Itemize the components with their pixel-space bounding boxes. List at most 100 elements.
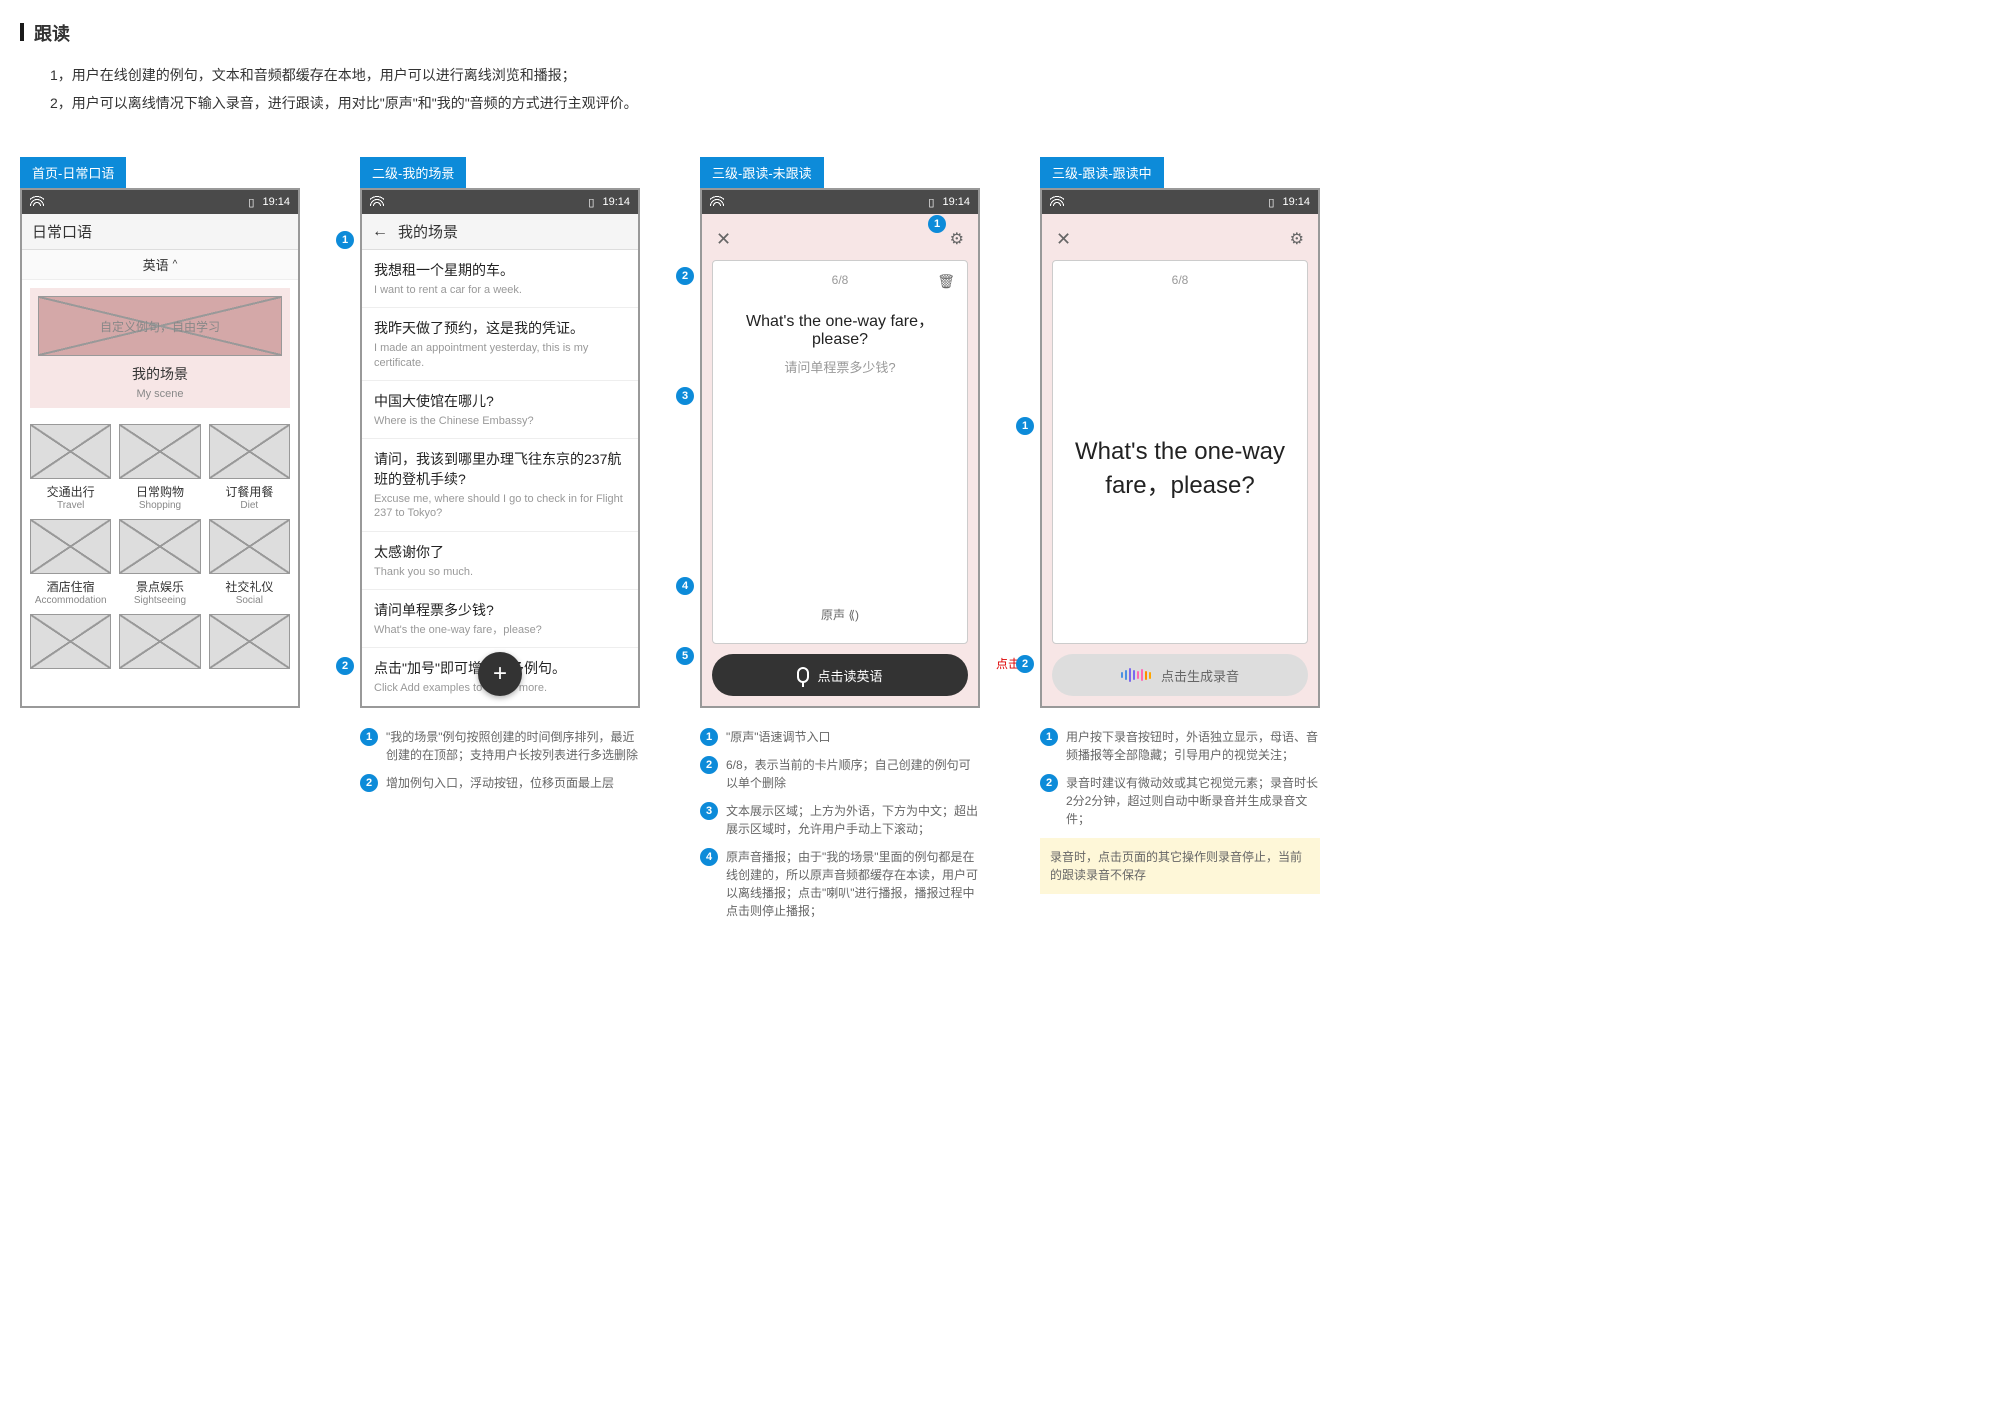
list-item[interactable]: 我昨天做了预约，这是我的凭证。I made an appointment yes… <box>362 308 638 381</box>
panel-label: 三级-跟读-未跟读 <box>700 157 824 188</box>
back-arrow-icon[interactable]: ← <box>372 223 388 241</box>
panel-label: 首页-日常口语 <box>20 157 126 188</box>
category-image-placeholder <box>209 519 290 574</box>
category-image-placeholder <box>30 614 111 669</box>
marker-1: 1 <box>1016 417 1034 435</box>
status-bar: 19:14 <box>702 190 978 214</box>
category-label-en: Diet <box>209 500 290 511</box>
status-time: 19:14 <box>1282 196 1310 208</box>
status-time: 19:14 <box>602 196 630 208</box>
record-button[interactable]: 点击读英语 <box>712 654 968 696</box>
list-item[interactable]: 中国大使馆在哪儿? Where is the Chinese Embassy? <box>362 381 638 439</box>
category-item[interactable]: 日常购物Shopping <box>119 424 200 511</box>
card-header: 6/8 <box>1065 273 1295 287</box>
list-item[interactable]: 我想租一个星期的车。I want to rent a car for a wee… <box>362 250 638 308</box>
marker-2: 2 <box>676 267 694 285</box>
original-audio-button[interactable]: 原声 <box>725 606 955 631</box>
category-image-placeholder <box>119 519 200 574</box>
panel-follow-not-read: 1 2 3 4 5 三级-跟读-未跟读 19:14 ✕ ⚙ 6/8 🗑 <box>700 157 980 930</box>
battery-icon <box>588 196 594 209</box>
card-big-text: What's the one-way fare，please? <box>1065 435 1295 502</box>
language-selector[interactable]: 英语 ^ <box>22 250 298 280</box>
close-icon[interactable]: ✕ <box>1052 229 1075 250</box>
item-text-en: Thank you so much. <box>374 565 626 579</box>
category-label-zh: 酒店住宿 <box>30 578 111 595</box>
generate-label: 点击生成录音 <box>1161 666 1239 685</box>
category-item[interactable]: 社交礼仪Social <box>209 519 290 606</box>
item-text-zh: 我想租一个星期的车。 <box>374 260 626 280</box>
item-text-zh: 太感谢你了 <box>374 542 626 562</box>
top-row: ✕ ⚙ <box>1052 224 1308 254</box>
phone-frame: 19:14 日常口语 英语 ^ 自定义例句，自由学习 我的场景 My scene… <box>20 188 300 708</box>
item-text-en: I made an appointment yesterday, this is… <box>374 341 626 370</box>
category-image-placeholder <box>119 424 200 479</box>
wifi-icon <box>710 196 724 209</box>
category-item[interactable]: 交通出行Travel <box>30 424 111 511</box>
item-text-zh: 请问，我该到哪里办理飞往东京的237航班的登机手续? <box>374 449 626 489</box>
badge-1: 1 <box>360 728 378 746</box>
marker-5: 5 <box>676 647 694 665</box>
category-label-zh: 景点娱乐 <box>119 578 200 595</box>
category-label-zh: 订餐用餐 <box>209 483 290 500</box>
item-text-en: Where is the Chinese Embassy? <box>374 414 626 428</box>
panel-follow-recording: 1 2 三级-跟读-跟读中 19:14 ✕ ⚙ 6/8 What's the o… <box>1040 157 1320 894</box>
section-header: 跟读 <box>20 20 1984 46</box>
category-item[interactable]: 订餐用餐Diet <box>209 424 290 511</box>
anno-text: "原声"语速调节入口 <box>726 728 831 746</box>
status-bar: 19:14 <box>362 190 638 214</box>
generate-recording-button[interactable]: 点击生成录音 <box>1052 654 1308 696</box>
card-counter: 6/8 <box>832 273 849 287</box>
badge-2: 2 <box>360 774 378 792</box>
status-bar: 19:14 <box>22 190 298 214</box>
phone-frame: 19:14 ✕ ⚙ 6/8 🗑 What's the one-way fare，… <box>700 188 980 708</box>
marker-2: 2 <box>1016 655 1034 673</box>
record-label: 点击读英语 <box>817 666 882 685</box>
list-item[interactable]: 请问单程票多少钱?What's the one-way fare，please? <box>362 590 638 648</box>
category-item[interactable]: 景点娱乐Sightseeing <box>119 519 200 606</box>
badge-1: 1 <box>700 728 718 746</box>
category-label-zh: 社交礼仪 <box>209 578 290 595</box>
panel-home: 首页-日常口语 19:14 日常口语 英语 ^ 自定义例句，自由学习 我的场景 … <box>20 157 300 708</box>
my-scene-card[interactable]: 自定义例句，自由学习 我的场景 My scene <box>30 288 290 408</box>
settings-icon[interactable]: ⚙ <box>1286 229 1308 249</box>
category-grid: 交通出行Travel日常购物Shopping订餐用餐Diet酒店住宿Accomm… <box>22 416 298 677</box>
anno-text: "我的场景"例句按照创建的时间倒序排列，最近创建的在顶部；支持用户长按列表进行多… <box>386 728 640 764</box>
category-image-placeholder <box>119 614 200 669</box>
scene-title-en: My scene <box>38 388 282 400</box>
anno-text: 文本展示区域；上方为外语，下方为中文；超出展示区域时，允许用户手动上下滚动； <box>726 802 980 838</box>
card-text-zh: 请问单程票多少钱? <box>725 357 955 376</box>
list-item[interactable]: 太感谢你了 Thank you so much. <box>362 532 638 590</box>
anno-text: 增加例句入口，浮动按钮，位移页面最上层 <box>386 774 614 792</box>
phone-body: ✕ ⚙ 6/8 What's the one-way fare，please? … <box>1042 214 1318 706</box>
anno-text: 录音时建议有微动效或其它视觉元素；录音时长2分2分钟，超过则自动中断录音并生成录… <box>1066 774 1320 828</box>
item-text-en: Excuse me, where should I go to check in… <box>374 492 626 521</box>
annotations: 1 "原声"语速调节入口 2 6/8，表示当前的卡片顺序；自己创建的例句可以单个删除… <box>700 728 980 920</box>
settings-icon[interactable]: ⚙ <box>946 229 968 249</box>
marker-4: 4 <box>676 577 694 595</box>
list-item[interactable]: 请问，我该到哪里办理飞往东京的237航班的登机手续? Excuse me, whe… <box>362 439 638 532</box>
category-label-en: Social <box>209 595 290 606</box>
intro-notes: 1，用户在线创建的例句，文本和音频都缓存在本地，用户可以进行离线浏览和播报； 2… <box>50 61 1984 117</box>
sentence-list: 我想租一个星期的车。I want to rent a car for a wee… <box>362 250 638 706</box>
marker-1: 1 <box>928 215 946 233</box>
marker-1: 1 <box>336 231 354 249</box>
category-label-en: Shopping <box>119 500 200 511</box>
item-text-zh: 中国大使馆在哪儿? <box>374 391 626 411</box>
wifi-icon <box>30 196 44 209</box>
category-item[interactable]: 酒店住宿Accommodation <box>30 519 111 606</box>
anno-text: 6/8，表示当前的卡片顺序；自己创建的例句可以单个删除 <box>726 756 980 792</box>
add-button[interactable]: + <box>478 652 522 696</box>
close-icon[interactable]: ✕ <box>712 229 735 250</box>
badge-3: 3 <box>700 802 718 820</box>
app-header: ← 我的场景 <box>362 214 638 250</box>
mic-icon <box>797 667 809 683</box>
header-title: 我的场景 <box>398 221 458 242</box>
badge-4: 4 <box>700 848 718 866</box>
title-bar <box>20 23 24 41</box>
item-text-zh: 请问单程票多少钱? <box>374 600 626 620</box>
delete-icon[interactable]: 🗑 <box>937 273 955 290</box>
card-counter: 6/8 <box>1172 273 1189 287</box>
marker-3: 3 <box>676 387 694 405</box>
category-image-placeholder <box>209 424 290 479</box>
badge-2: 2 <box>700 756 718 774</box>
